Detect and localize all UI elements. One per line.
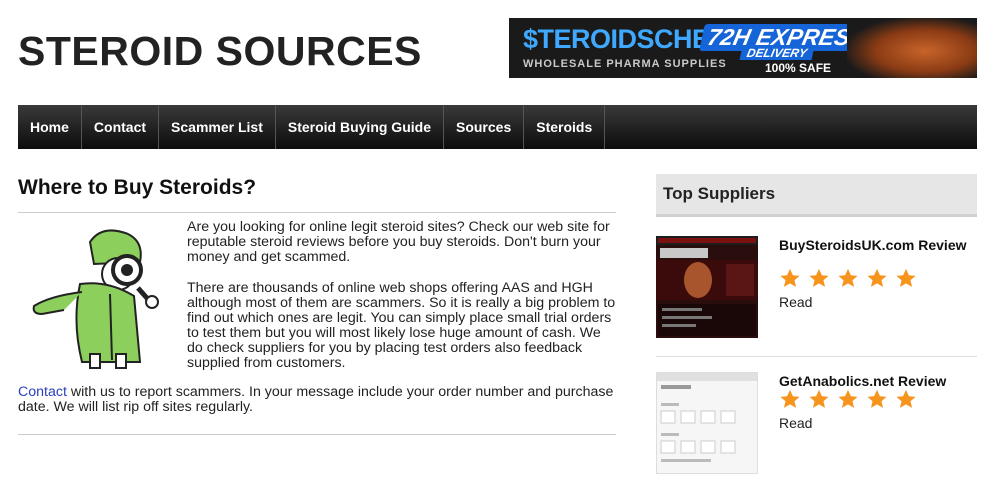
read-link[interactable]: Read (779, 294, 812, 310)
bodybuilder-image (847, 18, 977, 78)
read-link[interactable]: Read (779, 415, 812, 431)
supplier-name[interactable]: GetAnabolics.net Review (779, 374, 974, 389)
star-icon (896, 389, 916, 408)
nav-sources[interactable]: Sources (444, 105, 525, 149)
star-rating (779, 268, 917, 288)
star-icon (809, 268, 829, 287)
star-icon (838, 268, 858, 287)
star-icon (780, 268, 800, 287)
banner-ad[interactable]: $TEROIDSCHEAP WHOLESALE PHARMA SUPPLIES … (509, 18, 977, 78)
divider (18, 212, 616, 213)
star-icon (809, 389, 829, 408)
nav-buying-guide[interactable]: Steroid Buying Guide (276, 105, 444, 149)
star-icon (896, 268, 916, 287)
nav-scammer-list[interactable]: Scammer List (159, 105, 276, 149)
contact-paragraph: Contact with us to report scammers. In y… (18, 385, 618, 415)
sidebar-header: Top Suppliers (656, 174, 977, 217)
star-icon (838, 389, 858, 408)
star-rating (779, 389, 917, 409)
contact-link[interactable]: Contact (18, 384, 67, 400)
nav-home[interactable]: Home (18, 105, 82, 149)
star-icon (867, 389, 887, 408)
supplier-thumbnail[interactable] (656, 372, 758, 474)
banner-delivery: DELIVERY (739, 46, 815, 60)
site-title[interactable]: STEROID SOURCES (18, 28, 422, 75)
supplier-thumbnail[interactable] (656, 236, 758, 338)
nav-contact[interactable]: Contact (82, 105, 160, 149)
star-icon (780, 389, 800, 408)
supplier-name[interactable]: BuySteroidsUK.com Review (779, 238, 974, 253)
intro-paragraph: Are you looking for online legit steroid… (187, 219, 610, 265)
banner-tagline: WHOLESALE PHARMA SUPPLIES (523, 58, 727, 70)
supplier-card: GetAnabolics.net Review Read (656, 372, 977, 474)
main-nav: Home Contact Scammer List Steroid Buying… (18, 105, 977, 149)
page-title: Where to Buy Steroids? (18, 176, 257, 199)
banner-safe: 100% SAFE (765, 61, 832, 75)
scammer-paragraph: There are thousands of online web shops … (187, 280, 616, 371)
divider (18, 434, 616, 435)
star-icon (867, 268, 887, 287)
detective-illustration (32, 229, 159, 369)
sidebar-title: Top Suppliers (663, 184, 776, 203)
nav-steroids[interactable]: Steroids (524, 105, 606, 149)
supplier-card: BuySteroidsUK.com Review Read (656, 236, 977, 357)
contact-paragraph-text: with us to report scammers. In your mess… (18, 384, 614, 415)
